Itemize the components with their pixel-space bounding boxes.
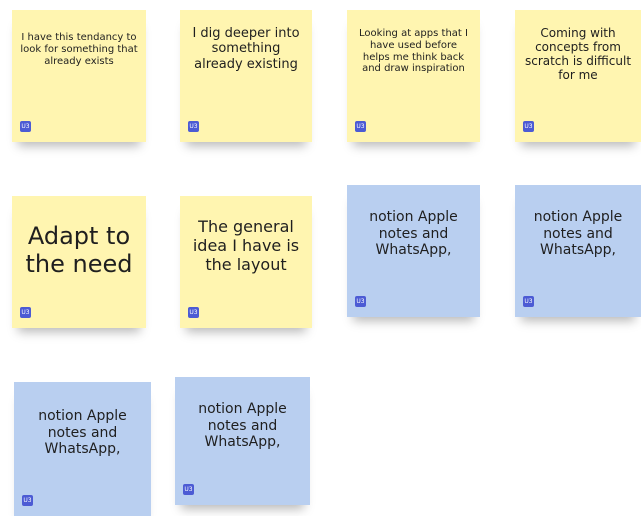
sticky-note[interactable]: I have this tendancy to look for somethi…	[12, 10, 146, 142]
sticky-note[interactable]: notion Apple notes and WhatsApp, U3	[515, 185, 641, 317]
user-badge-icon: U3	[183, 484, 194, 495]
sticky-note-text: notion Apple notes and WhatsApp,	[198, 401, 287, 451]
user-badge-icon: U3	[523, 296, 534, 307]
sticky-note[interactable]: Looking at apps that I have used before …	[347, 10, 480, 142]
sticky-note-text: Looking at apps that I have used before …	[359, 28, 468, 75]
user-badge-icon: U3	[22, 495, 33, 506]
sticky-note[interactable]: notion Apple notes and WhatsApp, U3	[14, 382, 151, 516]
user-badge-icon: U3	[355, 121, 366, 132]
sticky-note[interactable]: Adapt to the need U3	[12, 196, 146, 328]
sticky-note-text: I dig deeper into something already exis…	[192, 26, 300, 72]
sticky-note-text: notion Apple notes and WhatsApp,	[533, 209, 623, 259]
user-badge-icon: U3	[188, 121, 199, 132]
sticky-note[interactable]: notion Apple notes and WhatsApp, U3	[347, 185, 480, 317]
sticky-note-text: The general idea I have is the layout	[192, 217, 300, 274]
user-badge-icon: U3	[355, 296, 366, 307]
sticky-note[interactable]: notion Apple notes and WhatsApp, U3	[175, 377, 310, 505]
user-badge-icon: U3	[20, 121, 31, 132]
sticky-note-text: notion Apple notes and WhatsApp,	[369, 209, 458, 259]
sticky-note-text: I have this tendancy to look for somethi…	[20, 32, 138, 67]
user-badge-icon: U3	[188, 307, 199, 318]
user-badge-icon: U3	[523, 121, 534, 132]
sticky-note[interactable]: The general idea I have is the layout U3	[180, 196, 312, 328]
user-badge-icon: U3	[20, 307, 31, 318]
sticky-note[interactable]: Coming with concepts from scratch is dif…	[515, 10, 641, 142]
sticky-note-text: Adapt to the need	[25, 222, 133, 279]
sticky-note-text: Coming with concepts from scratch is dif…	[524, 26, 632, 83]
sticky-note-text: notion Apple notes and WhatsApp,	[38, 408, 127, 458]
sticky-note-board: I have this tendancy to look for somethi…	[0, 0, 641, 516]
sticky-note[interactable]: I dig deeper into something already exis…	[180, 10, 312, 142]
